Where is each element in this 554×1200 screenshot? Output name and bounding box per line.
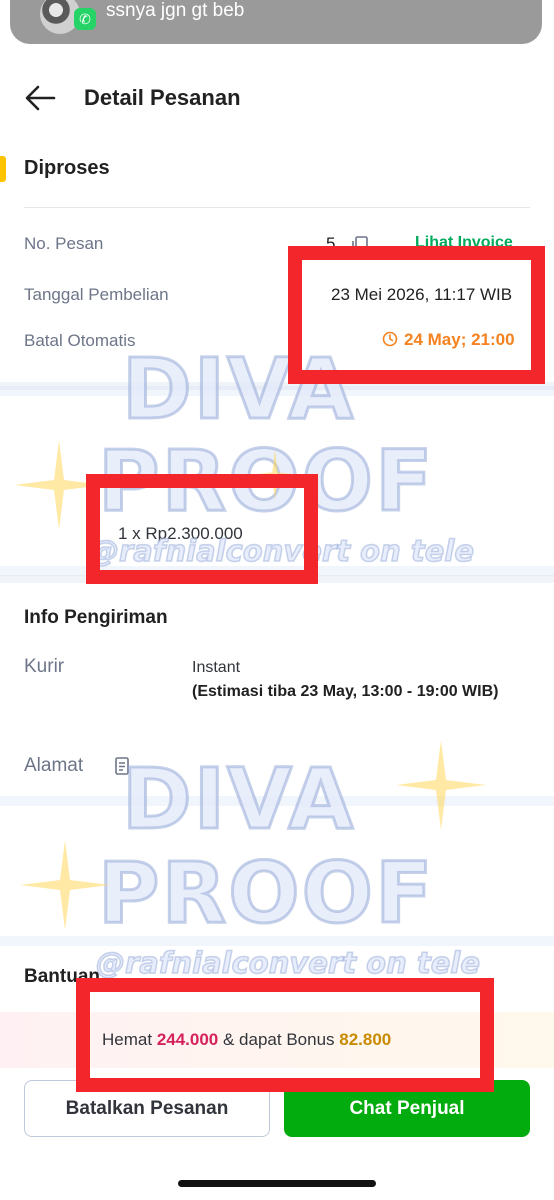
home-indicator[interactable] <box>178 1180 376 1187</box>
delivery-estimate: (Estimasi tiba 23 May, 13:00 - 19:00 WIB… <box>192 683 499 700</box>
page-title: Detail Pesanan <box>84 85 241 110</box>
address-label: Alamat <box>24 755 84 776</box>
courier-value: Instant (Estimasi tiba 23 May, 13:00 - 1… <box>192 656 522 704</box>
page-header: Detail Pesanan <box>0 70 554 128</box>
sparkle-icon <box>20 840 110 930</box>
courier-type: Instant <box>192 659 241 676</box>
purchase-date-label: Tanggal Pembelian <box>24 285 169 304</box>
auto-cancel-label: Batal Otomatis <box>24 331 136 350</box>
watermark-title-2: PROOF <box>96 843 435 944</box>
arrow-left-icon[interactable] <box>24 84 56 112</box>
watermark-handle: @rafnialconvert on tele <box>95 945 480 981</box>
notification-message: ssnya jgn gt beb <box>106 0 245 21</box>
highlight-box-date <box>288 246 545 384</box>
highlight-box-price <box>86 474 318 584</box>
status-indicator-bar <box>0 156 6 182</box>
courier-label: Kurir <box>24 656 65 677</box>
watermark-bottom: DIVA PROOF @rafnialconvert on tele <box>0 740 554 1000</box>
watermark-title-1: DIVA <box>120 749 356 850</box>
shipping-info-title: Info Pengiriman <box>24 607 168 628</box>
order-status: Diproses <box>24 157 110 179</box>
highlight-box-promo <box>76 978 494 1092</box>
whatsapp-icon: ✆ <box>74 8 96 30</box>
copy-address-icon[interactable] <box>114 757 130 775</box>
whatsapp-notification-banner[interactable]: ✆ ssnya jgn gt beb <box>10 0 542 44</box>
order-number-label: No. Pesan <box>24 234 104 253</box>
sparkle-icon <box>396 740 486 830</box>
divider <box>24 207 530 208</box>
